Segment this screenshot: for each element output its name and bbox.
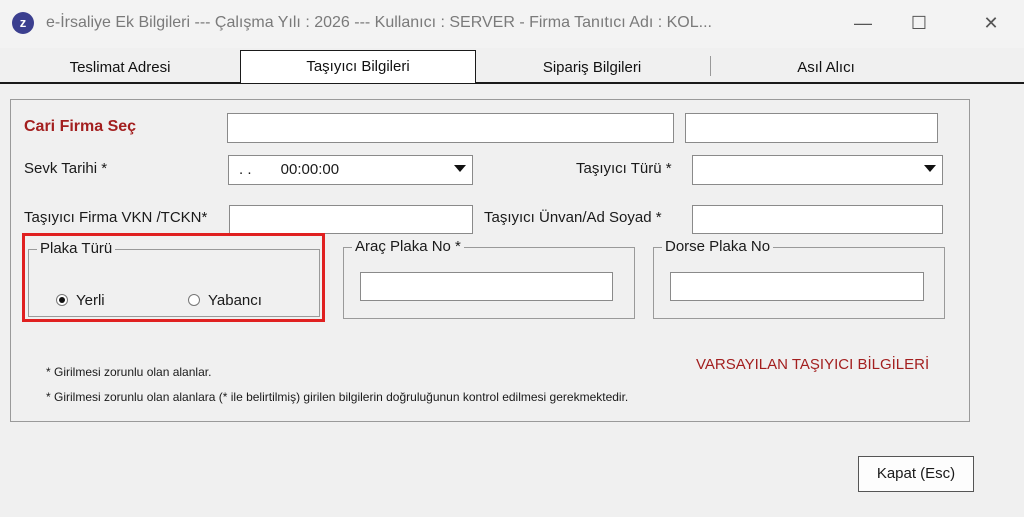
tab-tasiyici-bilgileri[interactable]: Taşıyıcı Bilgileri	[240, 50, 476, 83]
tab-asil-alici[interactable]: Asıl Alıcı	[711, 52, 941, 82]
window-title: e-İrsaliye Ek Bilgileri --- Çalışma Yılı…	[46, 14, 712, 31]
tasiyici-turu-select[interactable]	[692, 155, 943, 185]
tab-teslimat-adresi[interactable]: Teslimat Adresi	[0, 52, 240, 82]
app-logo-icon: z	[12, 12, 34, 34]
chevron-down-icon[interactable]	[924, 165, 936, 172]
highlight-box	[22, 233, 325, 322]
dorse-plaka-title: Dorse Plaka No	[662, 238, 774, 255]
required-fields-note: * Girilmesi zorunlu olan alanlar.	[46, 365, 212, 379]
tasiyici-turu-label: Taşıyıcı Türü *	[576, 160, 672, 177]
tab-bar: Teslimat Adresi Taşıyıcı Bilgileri Sipar…	[0, 50, 1024, 84]
unvan-ad-soyad-label: Taşıyıcı Ünvan/Ad Soyad *	[484, 209, 662, 226]
tab-siparis-bilgileri[interactable]: Sipariş Bilgileri	[474, 52, 710, 82]
arac-plaka-input[interactable]	[360, 272, 613, 301]
close-icon[interactable]: ✕	[963, 0, 1019, 48]
unvan-ad-soyad-input[interactable]	[692, 205, 943, 234]
vkn-tckn-label: Taşıyıcı Firma VKN /TCKN*	[24, 209, 208, 226]
sevk-tarihi-label: Sevk Tarihi *	[24, 160, 108, 177]
sevk-tarihi-value: . . 00:00:00	[239, 161, 340, 178]
arac-plaka-title: Araç Plaka No *	[352, 238, 464, 255]
cari-firma-code-input[interactable]	[227, 113, 674, 143]
verification-note: * Girilmesi zorunlu olan alanlara (* ile…	[46, 390, 629, 404]
close-button[interactable]: Kapat (Esc)	[858, 456, 974, 492]
vkn-tckn-input[interactable]	[229, 205, 473, 234]
dorse-plaka-input[interactable]	[670, 272, 924, 301]
cari-firma-sec-label[interactable]: Cari Firma Seç	[24, 118, 136, 136]
chevron-down-icon[interactable]	[454, 165, 466, 172]
minimize-icon[interactable]: —	[835, 0, 891, 48]
cari-firma-name-input[interactable]	[685, 113, 938, 143]
default-carrier-link[interactable]: VARSAYILAN TAŞIYICI BİLGİLERİ	[696, 356, 929, 373]
maximize-icon[interactable]: ☐	[891, 0, 947, 48]
title-bar: z e-İrsaliye Ek Bilgileri --- Çalışma Yı…	[0, 0, 1024, 48]
sevk-tarihi-picker[interactable]: . . 00:00:00	[228, 155, 473, 185]
